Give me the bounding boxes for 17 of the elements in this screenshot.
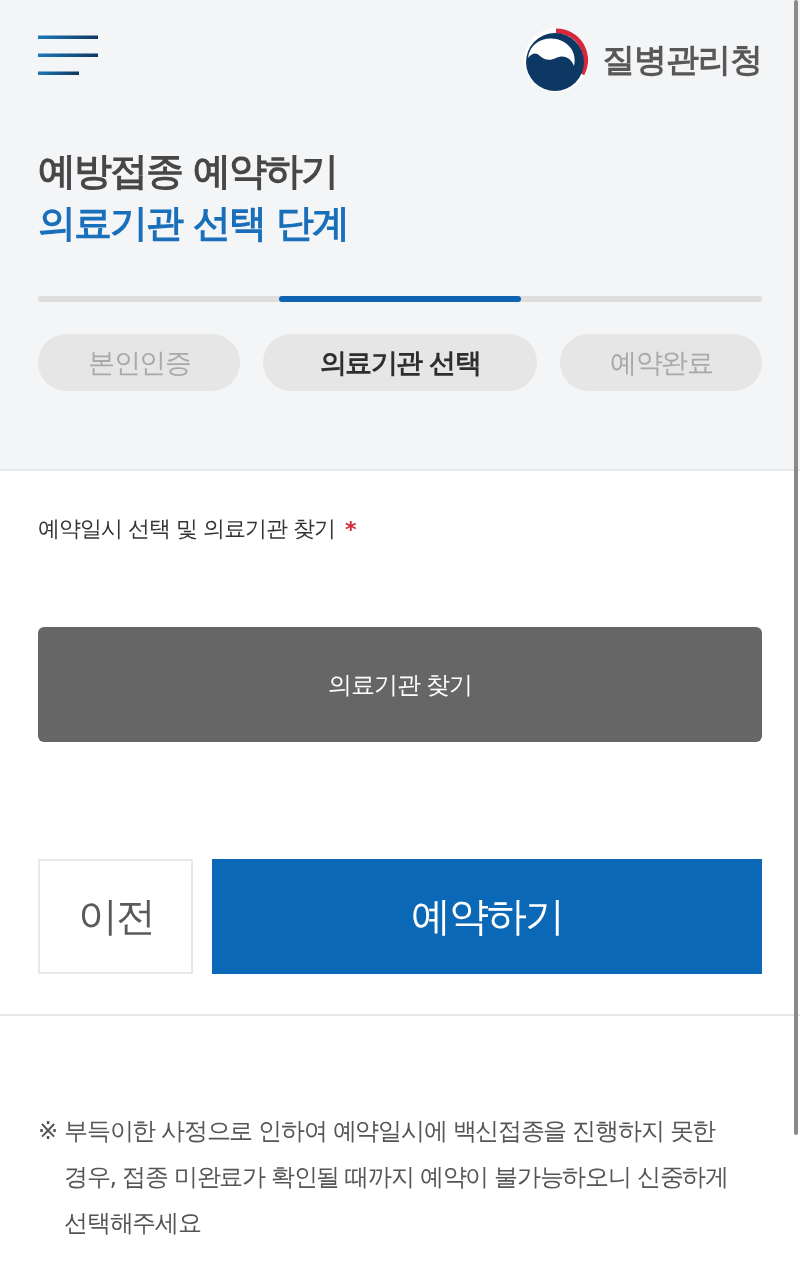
emblem-icon xyxy=(524,28,588,92)
back-button[interactable]: 이전 xyxy=(38,859,193,974)
org-name: 질병관리청 xyxy=(602,38,762,81)
step-pill: 예약완료 xyxy=(560,334,762,391)
page-title: 예방접종 예약하기 xyxy=(38,148,338,195)
required-mark: * xyxy=(345,516,357,542)
scrollbar-thumb[interactable] xyxy=(794,0,798,1135)
step-pill: 의료기관 선택 xyxy=(263,334,537,391)
field-label: 예약일시 선택 및 의료기관 찾기 xyxy=(38,515,335,543)
find-hospital-button[interactable]: 의료기관 찾기 xyxy=(38,627,762,742)
step-title: 의료기관 선택 단계 xyxy=(38,200,349,247)
menu-button[interactable] xyxy=(38,35,98,75)
menu-icon xyxy=(38,35,98,75)
note-mark: ※ xyxy=(38,1116,59,1147)
notice-text: 부득이한 사정으로 인하여 예약일시에 백신접종을 진행하지 못한 경우, 접종 미완료가 확인될 때까지 예약이 불가능하오니 신중하게 선택해주세요 xyxy=(64,1116,729,1239)
reserve-button[interactable]: 예약하기 xyxy=(212,859,762,974)
step-pill: 본인인증 xyxy=(38,334,240,391)
